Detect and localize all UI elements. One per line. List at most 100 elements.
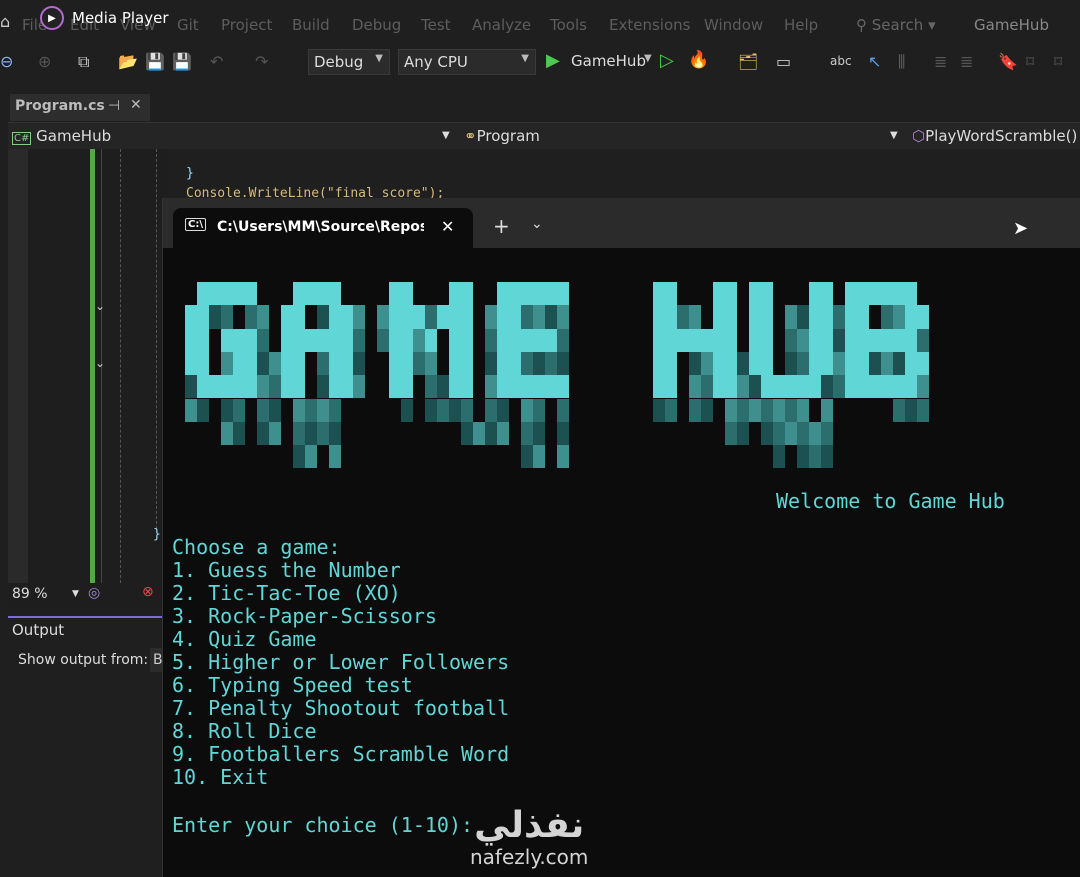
drip-cell bbox=[377, 328, 389, 352]
chevron-down-icon[interactable]: ▼ bbox=[890, 130, 898, 141]
drip-cell bbox=[905, 398, 917, 422]
drip-cell bbox=[689, 398, 701, 422]
logo-cell bbox=[665, 351, 677, 376]
search-box[interactable]: ⚲ Search ▾ bbox=[856, 16, 936, 34]
logo-cell bbox=[293, 305, 305, 329]
drip-cell bbox=[425, 351, 437, 376]
tab-program-cs[interactable]: Program.cs ⊣ ✕ bbox=[10, 94, 150, 121]
menu-build[interactable]: Build bbox=[292, 16, 330, 34]
logo-cell bbox=[329, 328, 341, 352]
drip-cell bbox=[461, 421, 473, 446]
logo-cell bbox=[713, 282, 725, 306]
terminal-tab[interactable]: C:\ C:\Users\MM\Source\Repos\G ✕ bbox=[173, 208, 473, 248]
run-without-debug-icon[interactable]: ▷ bbox=[660, 50, 674, 71]
drip-cell bbox=[437, 398, 449, 422]
drip-cell bbox=[521, 351, 533, 376]
menu-help[interactable]: Help bbox=[784, 16, 818, 34]
save-all-icon[interactable]: 💾 bbox=[172, 52, 192, 71]
logo-cell bbox=[677, 328, 689, 352]
logo-cell bbox=[461, 351, 473, 376]
indent-icon[interactable]: ≣ bbox=[934, 52, 947, 71]
drip-cell bbox=[785, 351, 797, 376]
logo-cell bbox=[209, 282, 221, 306]
pin-icon[interactable]: ⊣ bbox=[108, 98, 120, 114]
error-icon[interactable]: ⊗ bbox=[142, 584, 154, 600]
menu-extensions[interactable]: Extensions bbox=[609, 16, 690, 34]
bookmark-icon[interactable]: 🔖 bbox=[998, 52, 1018, 71]
member-dropdown[interactable]: ⬡PlayWordScramble() bbox=[912, 127, 1077, 145]
collapse-icon[interactable]: ⌄ bbox=[95, 299, 105, 313]
logo-cell bbox=[761, 305, 773, 329]
hot-reload-icon[interactable]: 🔥 bbox=[688, 50, 709, 70]
menu-test[interactable]: Test bbox=[421, 16, 451, 34]
zoom-level[interactable]: 89 % bbox=[12, 586, 48, 602]
drip-cell bbox=[269, 421, 281, 446]
pointer-icon[interactable]: ↖ bbox=[868, 52, 881, 71]
config-dropdown[interactable]: Debug ▼ bbox=[308, 49, 390, 75]
menu-analyze[interactable]: Analyze bbox=[472, 16, 531, 34]
input-prompt[interactable]: Enter your choice (1-10): bbox=[172, 814, 473, 837]
logo-cell bbox=[401, 305, 413, 329]
window-icon[interactable]: ▭ bbox=[776, 52, 791, 71]
split-icon[interactable]: ⫼ bbox=[898, 52, 905, 72]
logo-cell bbox=[821, 351, 833, 376]
start-target[interactable]: GameHub bbox=[571, 52, 646, 70]
close-icon[interactable]: ✕ bbox=[441, 217, 454, 236]
menu-project[interactable]: Project bbox=[221, 16, 272, 34]
csharp-icon: C# bbox=[12, 132, 32, 145]
chevron-down-icon[interactable]: ▼ bbox=[442, 130, 450, 141]
chevron-down-icon[interactable]: ⌄ bbox=[531, 216, 543, 232]
toolbar: ⊖ ⊕ ⧉ 📂 💾 💾 ↶ ↷ ▶ GameHub ▼ ▷ 🔥 🗂 ▭ abc … bbox=[0, 44, 1080, 80]
search-icon: ⚲ bbox=[856, 16, 872, 34]
spellcheck-icon[interactable]: abc bbox=[830, 54, 852, 68]
code-editor[interactable]: ⌄ ⌄ } } bbox=[8, 149, 194, 583]
logo-cell bbox=[905, 328, 917, 352]
new-project-icon[interactable]: ⧉ bbox=[78, 52, 89, 72]
redo-icon[interactable]: ↷ bbox=[255, 52, 268, 71]
logo-cell bbox=[809, 328, 821, 352]
close-icon[interactable]: ✕ bbox=[130, 97, 142, 113]
logo-cell bbox=[521, 328, 533, 352]
drip-cell bbox=[269, 375, 281, 399]
undo-icon[interactable]: ↶ bbox=[210, 52, 223, 71]
drip-cell bbox=[401, 398, 413, 422]
next-bookmark-icon[interactable]: ⌑ bbox=[1054, 52, 1062, 71]
drip-cell bbox=[413, 351, 425, 376]
chevron-down-icon[interactable]: ▼ bbox=[72, 589, 79, 599]
new-tab-icon[interactable]: + bbox=[493, 214, 510, 238]
prev-bookmark-icon[interactable]: ⌑ bbox=[1026, 52, 1034, 71]
save-icon[interactable]: 💾 bbox=[145, 52, 165, 71]
run-icon[interactable]: ▶ bbox=[546, 50, 560, 71]
class-dropdown[interactable]: ⚭Program bbox=[464, 127, 540, 145]
forward-icon[interactable]: ⊕ bbox=[38, 52, 51, 71]
copilot-icon[interactable]: ◎ bbox=[88, 585, 100, 601]
back-icon[interactable]: ⊖ bbox=[0, 52, 13, 71]
drip-cell bbox=[821, 375, 833, 399]
logo-cell bbox=[845, 328, 857, 352]
drip-cell bbox=[521, 305, 533, 329]
logo-cell bbox=[653, 351, 665, 376]
logo-cell bbox=[821, 282, 833, 306]
drip-cell bbox=[809, 445, 821, 469]
logo-cell bbox=[713, 375, 725, 399]
logo-cell bbox=[461, 305, 473, 329]
drip-cell bbox=[797, 398, 809, 422]
logo-cell bbox=[293, 282, 305, 306]
collapse-icon[interactable]: ⌄ bbox=[95, 356, 105, 370]
drip-cell bbox=[521, 398, 533, 422]
drip-cell bbox=[521, 445, 533, 469]
project-dropdown[interactable]: C# GameHub bbox=[12, 127, 111, 145]
terminal-window[interactable]: C:\ C:\Users\MM\Source\Repos\G ✕ + ⌄ ➤ W… bbox=[162, 198, 1080, 877]
open-folder-icon[interactable]: 📂 bbox=[118, 52, 138, 71]
menu-window[interactable]: Window bbox=[704, 16, 763, 34]
menu-tools[interactable]: Tools bbox=[550, 16, 587, 34]
outdent-icon[interactable]: ≣ bbox=[960, 52, 973, 71]
logo-cell bbox=[305, 328, 317, 352]
platform-dropdown[interactable]: Any CPU ▼ bbox=[398, 49, 536, 75]
menu-debug[interactable]: Debug bbox=[352, 16, 401, 34]
find-in-files-icon[interactable]: 🗂 bbox=[738, 52, 758, 71]
chevron-down-icon[interactable]: ▼ bbox=[644, 53, 652, 64]
drip-cell bbox=[293, 421, 305, 446]
game-option: 1. Guess the Number bbox=[172, 558, 401, 582]
menu-git[interactable]: Git bbox=[177, 16, 199, 34]
